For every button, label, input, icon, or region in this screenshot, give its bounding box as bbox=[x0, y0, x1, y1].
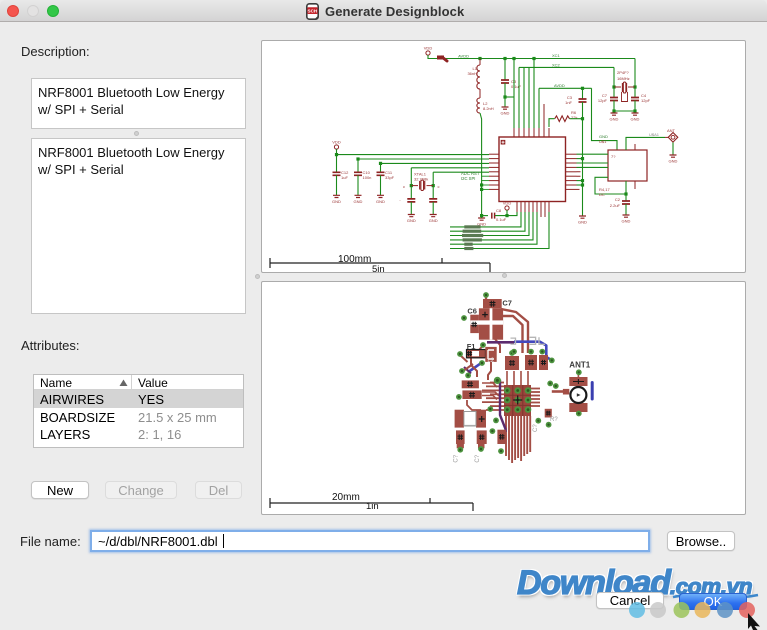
svg-text:c: c bbox=[403, 184, 405, 189]
svg-text:F1: F1 bbox=[467, 342, 476, 351]
svg-text:C2: C2 bbox=[615, 197, 621, 202]
svg-text:C7: C7 bbox=[502, 298, 512, 307]
svg-text:GND: GND bbox=[501, 111, 510, 116]
svg-text:1nF: 1nF bbox=[565, 100, 572, 105]
svg-text:20mm: 20mm bbox=[332, 492, 360, 503]
svg-text:VDD: VDD bbox=[503, 201, 512, 206]
svg-text:SCH: SCH bbox=[308, 8, 318, 13]
svg-text:C8: C8 bbox=[496, 208, 502, 213]
svg-text:GND: GND bbox=[622, 219, 631, 224]
svg-text:XC1: XC1 bbox=[552, 53, 561, 58]
svg-text:12pF: 12pF bbox=[598, 98, 608, 103]
svg-text:I2C SPI: I2C SPI bbox=[461, 176, 475, 181]
svg-text:GND: GND bbox=[407, 218, 416, 223]
svg-text:7?: 7? bbox=[611, 154, 616, 159]
svg-text:GND: GND bbox=[610, 117, 619, 122]
svg-text:L2: L2 bbox=[487, 358, 494, 364]
svg-text:C6: C6 bbox=[467, 306, 477, 315]
svg-text:VDD: VDD bbox=[332, 140, 341, 145]
svg-text:0.1uF: 0.1uF bbox=[511, 84, 522, 89]
svg-text:..: .. bbox=[399, 197, 401, 202]
svg-text:GND: GND bbox=[354, 199, 363, 204]
svg-text:XC2: XC2 bbox=[552, 63, 561, 68]
svg-text:R?: R? bbox=[550, 417, 558, 423]
svg-text:1in: 1in bbox=[366, 501, 379, 512]
svg-text:DC: DC bbox=[599, 192, 605, 197]
svg-text:16MHz: 16MHz bbox=[617, 76, 630, 81]
svg-text:22k: 22k bbox=[571, 115, 577, 120]
svg-text:ANT: ANT bbox=[667, 128, 676, 133]
svg-text:GND: GND bbox=[578, 220, 587, 225]
svg-text:100mm: 100mm bbox=[338, 254, 371, 265]
svg-text:AVDD: AVDD bbox=[554, 83, 565, 88]
svg-text:0.1uF: 0.1uF bbox=[496, 217, 507, 222]
svg-text:1uF: 1uF bbox=[341, 175, 348, 180]
svg-text:GND: GND bbox=[631, 117, 640, 122]
svg-text:VDD: VDD bbox=[424, 46, 433, 51]
svg-text:36nH: 36nH bbox=[467, 71, 477, 76]
svg-text:GND: GND bbox=[669, 159, 678, 164]
svg-text:2.2uF: 2.2uF bbox=[610, 203, 621, 208]
svg-text:c: c bbox=[438, 184, 440, 189]
svg-text:33pF: 33pF bbox=[385, 175, 395, 180]
svg-text:C?: C? bbox=[533, 424, 539, 432]
svg-text:GND: GND bbox=[376, 199, 385, 204]
svg-text:5in: 5in bbox=[372, 264, 385, 272]
svg-text:100n: 100n bbox=[363, 175, 372, 180]
svg-text:2P4F?: 2P4F? bbox=[617, 70, 630, 75]
svg-text:U$A1: U$A1 bbox=[649, 132, 660, 137]
svg-text:ANT1: ANT1 bbox=[569, 361, 590, 370]
svg-text:U$1: U$1 bbox=[599, 139, 607, 144]
svg-text:GND: GND bbox=[429, 218, 438, 223]
svg-text:C?: C? bbox=[453, 454, 459, 462]
svg-text:C?: C? bbox=[475, 454, 481, 462]
svg-text:12pF: 12pF bbox=[641, 98, 651, 103]
svg-text:8.2nH: 8.2nH bbox=[483, 106, 494, 111]
svg-text:GND: GND bbox=[332, 199, 341, 204]
svg-text:AVDD: AVDD bbox=[458, 54, 469, 59]
